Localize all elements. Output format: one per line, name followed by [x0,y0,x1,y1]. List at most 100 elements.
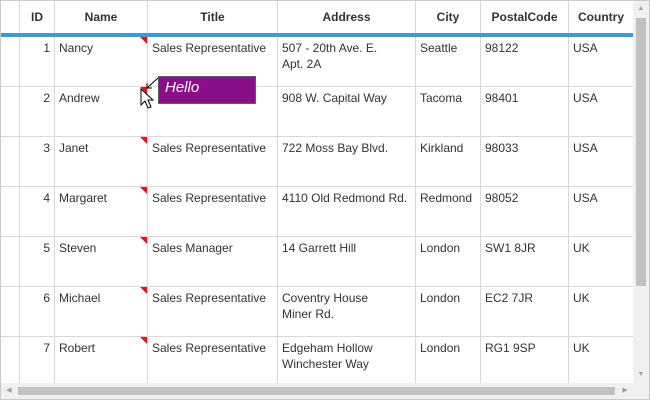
country-cell[interactable]: UK [569,287,633,337]
table-row[interactable]: 7 Robert Sales Representative Edgeham Hollo… [1,337,633,385]
id-cell[interactable]: 6 [20,287,55,337]
table-row[interactable]: 4 Margaret Sales Representative 4110 Old Re… [1,187,633,237]
postal-code-cell[interactable]: RG1 9SP [481,337,569,385]
country-cell[interactable]: USA [569,87,633,137]
column-header-name[interactable]: Name [55,1,148,33]
address-cell[interactable]: 507 - 20th Ave. E. Apt. 2A [278,37,416,87]
title-cell[interactable]: Sales Representative [148,287,278,337]
column-header-id[interactable]: ID [20,1,55,33]
name-cell[interactable]: Steven [55,237,148,287]
name-cell[interactable]: Margaret [55,187,148,237]
name-cell[interactable]: Robert [55,337,148,385]
title-cell[interactable]: Sales Representative [148,137,278,187]
column-header-postalcode[interactable]: PostalCode [481,1,569,33]
column-header-title[interactable]: Title [148,1,278,33]
address-cell[interactable]: 908 W. Capital Way [278,87,416,137]
country-cell[interactable]: USA [569,37,633,87]
postal-code-cell[interactable]: 98401 [481,87,569,137]
country-cell[interactable]: UK [569,237,633,287]
id-cell[interactable]: 4 [20,187,55,237]
title-text: Sales Representative [152,41,267,55]
id-cell[interactable]: 3 [20,137,55,187]
name-cell[interactable]: Michael [55,287,148,337]
note-indicator-icon[interactable] [140,137,147,144]
postal-code-cell[interactable]: 98122 [481,37,569,87]
postal-code-text: SW1 8JR [485,241,536,255]
mouse-cursor-icon [140,88,154,109]
country-text: USA [573,91,598,105]
row-header-cell [1,137,20,187]
city-text: London [420,291,461,305]
horizontal-scroll-thumb[interactable] [18,387,615,395]
vertical-scrollbar[interactable]: ▲ ▼ [633,1,649,383]
address-cell[interactable]: 4110 Old Redmond Rd. [278,187,416,237]
country-cell[interactable]: USA [569,187,633,237]
id-cell[interactable]: 1 [20,37,55,87]
note-indicator-icon[interactable] [140,237,147,244]
column-header-city[interactable]: City [416,1,481,33]
country-cell[interactable]: USA [569,137,633,187]
name-text: Andrew [59,91,100,105]
table-row[interactable]: 6 Michael Sales Representative Coventry Hou… [1,287,633,337]
address-text: 908 W. Capital Way [282,91,387,105]
id-cell[interactable]: 2 [20,87,55,137]
postal-code-cell[interactable]: 98052 [481,187,569,237]
scroll-left-icon[interactable]: ◀ [1,383,17,399]
data-grid[interactable]: ID Name Title Address City PostalCode Co… [0,0,650,400]
table-row[interactable]: 2 Andrew 908 W. Capital Way Tacoma 98401 USA [1,87,633,137]
note-text: Hello [165,79,200,96]
address-text: 4110 Old Redmond Rd. [282,191,408,205]
scroll-right-icon[interactable]: ▶ [617,383,633,399]
address-text: Edgeham Hollow Winchester Way [282,341,373,371]
title-text: Sales Representative [152,191,267,205]
address-text: 722 Moss Bay Blvd. [282,141,389,155]
note-indicator-icon[interactable] [140,187,147,194]
city-text: Kirkland [420,141,464,155]
address-cell[interactable]: 14 Garrett Hill [278,237,416,287]
note-indicator-icon[interactable] [140,337,147,344]
title-text: Sales Representative [152,341,267,355]
column-header-country[interactable]: Country [569,1,633,33]
table-row[interactable]: 3 Janet Sales Representative 722 Moss Bay B… [1,137,633,187]
postal-code-cell[interactable]: 98033 [481,137,569,187]
city-cell[interactable]: London [416,287,481,337]
city-cell[interactable]: London [416,237,481,287]
id-cell[interactable]: 7 [20,337,55,385]
id-text: 3 [43,141,50,155]
city-cell[interactable]: Seattle [416,37,481,87]
address-cell[interactable]: Coventry House Miner Rd. [278,287,416,337]
name-cell[interactable]: Nancy [55,37,148,87]
country-cell[interactable]: UK [569,337,633,385]
row-header-cell [1,37,20,87]
city-cell[interactable]: Redmond [416,187,481,237]
vertical-scroll-thumb[interactable] [636,18,646,286]
name-cell[interactable]: Janet [55,137,148,187]
note-indicator-icon[interactable] [140,37,147,44]
id-cell[interactable]: 5 [20,237,55,287]
country-text: UK [573,291,590,305]
address-text: Coventry House Miner Rd. [282,291,369,321]
address-cell[interactable]: Edgeham Hollow Winchester Way [278,337,416,385]
postal-code-cell[interactable]: EC2 7JR [481,287,569,337]
horizontal-scrollbar[interactable]: ◀ ▶ [1,383,633,399]
table-row[interactable]: 5 Steven Sales Manager 14 Garrett Hill Londo… [1,237,633,287]
country-text: USA [573,191,598,205]
column-header-address[interactable]: Address [278,1,416,33]
scroll-up-icon[interactable]: ▲ [633,1,649,17]
row-header-cell [1,287,20,337]
table-row[interactable]: 1 Nancy Sales Representative 507 - 20th Ave… [1,37,633,87]
city-cell[interactable]: London [416,337,481,385]
city-cell[interactable]: Kirkland [416,137,481,187]
note-indicator-icon[interactable] [140,287,147,294]
name-text: Margaret [59,191,108,205]
scroll-down-icon[interactable]: ▼ [633,367,649,383]
name-cell[interactable]: Andrew [55,87,148,137]
title-cell[interactable]: Sales Manager [148,237,278,287]
title-cell[interactable]: Sales Representative [148,187,278,237]
city-cell[interactable]: Tacoma [416,87,481,137]
title-cell[interactable]: Sales Representative [148,337,278,385]
postal-code-cell[interactable]: SW1 8JR [481,237,569,287]
address-cell[interactable]: 722 Moss Bay Blvd. [278,137,416,187]
city-text: Redmond [420,191,473,205]
name-text: Steven [59,241,97,255]
